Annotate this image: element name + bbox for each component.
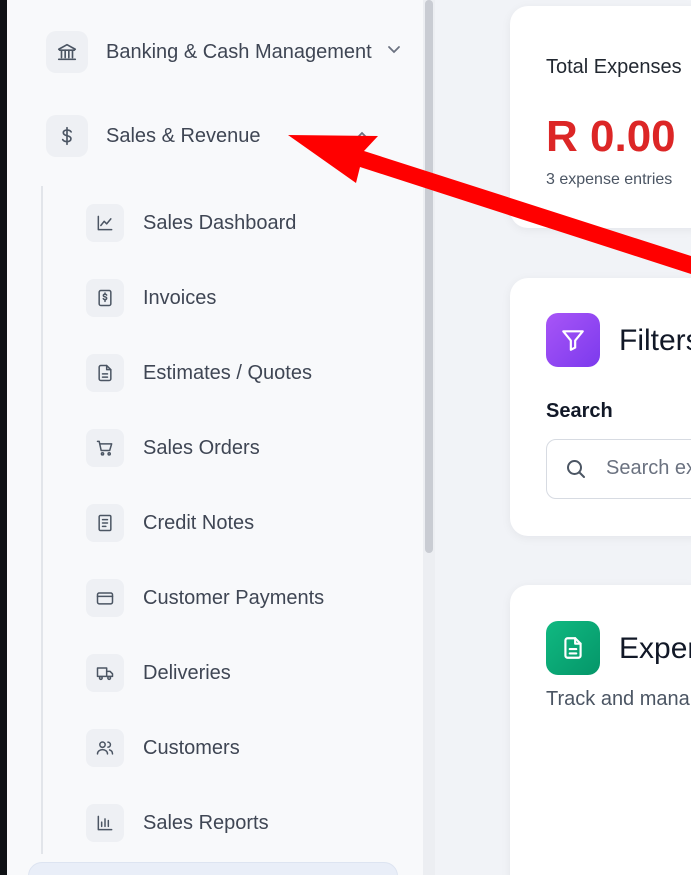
sidebar-item-label: Sales Orders — [143, 436, 260, 459]
expenses-title: Exper — [619, 632, 691, 665]
sidebar-item-label: Estimates / Quotes — [143, 361, 312, 384]
expense-document-icon — [546, 621, 600, 675]
sidebar-item-label: Sales Dashboard — [143, 211, 297, 234]
dollar-icon — [46, 115, 88, 157]
search-input[interactable] — [606, 457, 691, 480]
nav-group-label: Banking & Cash Management — [106, 40, 372, 63]
chevron-down-icon[interactable] — [387, 45, 401, 55]
filter-icon — [546, 313, 600, 367]
invoice-icon — [86, 279, 124, 317]
sidebar-item-invoices[interactable]: Invoices — [86, 279, 216, 317]
expenses-card — [510, 585, 691, 875]
users-icon — [86, 729, 124, 767]
sidebar-scrollbar-thumb[interactable] — [425, 0, 433, 553]
sidebar-item-sales-dashboard[interactable]: Sales Dashboard — [86, 204, 296, 242]
sidebar-item-sales-reports[interactable]: Sales Reports — [86, 804, 269, 842]
nav-group-banking[interactable]: Banking & Cash Management — [46, 31, 372, 73]
sidebar-item-label: Invoices — [143, 286, 217, 309]
sidebar-item-label: Sales Reports — [143, 811, 269, 834]
line-chart-icon — [86, 204, 124, 242]
sidebar-item-label: Deliveries — [143, 661, 231, 684]
sidebar-item-customers[interactable]: Customers — [86, 729, 240, 767]
sidebar-item-label: Customers — [143, 736, 240, 759]
sidebar-item-customer-payments[interactable]: Customer Payments — [86, 579, 324, 617]
total-expenses-title: Total Expenses — [546, 56, 682, 78]
total-expenses-count: 3 expense entries — [546, 171, 673, 188]
chevron-up-icon[interactable] — [355, 130, 369, 140]
sidebar-item-label: Customer Payments — [143, 586, 325, 609]
sidebar-item-sales-orders[interactable]: Sales Orders — [86, 429, 260, 467]
sidebar-bottom-item[interactable] — [28, 862, 398, 875]
sidebar-item-estimates[interactable]: Estimates / Quotes — [86, 354, 312, 392]
bar-chart-icon — [86, 804, 124, 842]
sidebar-item-label: Credit Notes — [143, 511, 255, 534]
truck-icon — [86, 654, 124, 692]
nav-group-sales[interactable]: Sales & Revenue — [46, 115, 261, 157]
total-expenses-amount: R 0.00 — [546, 112, 676, 161]
expenses-subtitle: Track and mana — [546, 688, 690, 710]
filters-title: Filters — [619, 324, 691, 357]
document-icon — [86, 354, 124, 392]
window-edge — [0, 0, 7, 875]
cart-icon — [86, 429, 124, 467]
bank-icon — [46, 31, 88, 73]
nav-group-label: Sales & Revenue — [106, 124, 261, 147]
credit-note-icon — [86, 504, 124, 542]
sidebar-item-deliveries[interactable]: Deliveries — [86, 654, 231, 692]
sidebar-item-credit-notes[interactable]: Credit Notes — [86, 504, 254, 542]
submenu-divider — [41, 186, 43, 854]
credit-card-icon — [86, 579, 124, 617]
search-label: Search — [546, 400, 613, 422]
search-icon — [567, 460, 585, 478]
